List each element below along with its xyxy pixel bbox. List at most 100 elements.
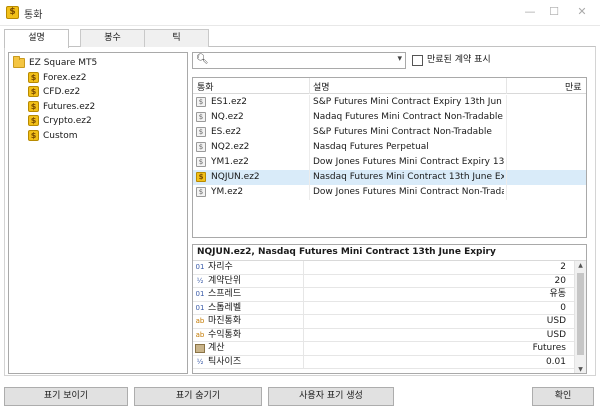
property-name: 수익통화 [208, 329, 242, 340]
property-row[interactable]: 01 자리수 2 [193, 261, 574, 275]
cell-divider [506, 170, 507, 185]
property-name: 자리수 [208, 262, 233, 272]
cell-description: Nasdaq Futures Mini Contract 13th June E… [313, 172, 504, 182]
cell-divider [506, 125, 507, 140]
cell-expiry [511, 125, 583, 140]
symbol-icon: $ [196, 142, 206, 152]
property-divider [303, 315, 304, 328]
symbol-search-input[interactable]: 🔍︎ ▾ [192, 52, 406, 69]
property-divider [303, 261, 304, 274]
property-row[interactable]: ab 수익통화 USD [193, 328, 574, 342]
calculation-icon [195, 344, 205, 353]
symbol-active-icon: $ [196, 172, 206, 182]
cell-symbol: ES1.ez2 [211, 97, 247, 107]
window-title: 통화 [24, 10, 43, 21]
tree-item-futures[interactable]: $ Futures.ez2 [9, 100, 187, 115]
properties-scrollbar[interactable]: ▲ ▼ [574, 261, 586, 373]
tab-description[interactable]: 설명 [4, 29, 69, 48]
property-divider [303, 355, 304, 369]
tab-ticks[interactable]: 틱 [144, 29, 209, 47]
cell-divider [506, 185, 507, 200]
cell-divider [309, 110, 310, 125]
property-row[interactable]: 계산 Futures [193, 342, 574, 356]
symbol-group-icon: $ [28, 86, 39, 97]
text-icon: ab [195, 330, 205, 339]
show-expired-checkbox[interactable] [412, 55, 423, 66]
property-divider [303, 342, 304, 355]
cell-expiry [511, 170, 583, 185]
symbol-tree[interactable]: EZ Square MT5 $ Forex.ez2 $ CFD.ez2 $ Fu… [8, 52, 188, 374]
cell-expiry [511, 110, 583, 125]
hide-symbol-button[interactable]: 표기 숨기기 [134, 387, 262, 406]
tab-bars[interactable]: 봉수 [80, 29, 145, 47]
property-value: USD [546, 329, 566, 340]
table-row[interactable]: $ NQJUN.ez2 Nasdaq Futures Mini Contract 1… [193, 170, 586, 185]
symbol-icon: $ [196, 187, 206, 197]
column-divider [309, 78, 310, 94]
cell-divider [309, 170, 310, 185]
symbol-group-icon: $ [28, 129, 39, 141]
property-divider [303, 328, 304, 342]
cell-divider [309, 95, 310, 110]
integer-icon: 01 [195, 290, 205, 298]
column-header-expiry[interactable]: 만료 [565, 80, 582, 93]
cell-divider [309, 125, 310, 140]
cell-expiry [511, 185, 583, 200]
properties-title: NQJUN.ez2, Nasdaq Futures Mini Contract … [193, 245, 586, 261]
property-value: Futures [532, 343, 566, 353]
cell-divider [506, 95, 507, 110]
cell-expiry [511, 140, 583, 155]
table-row[interactable]: $ ES1.ez2 S&P Futures Mini Contract Expiry… [193, 95, 586, 110]
property-name: 계약단위 [208, 275, 242, 286]
title-bar: $ 통화 — ☐ ✕ [0, 0, 600, 26]
property-row[interactable]: ½ 틱사이즈 0.01 [193, 355, 574, 369]
column-header-description[interactable]: 설명 [313, 80, 330, 93]
ok-button[interactable]: 확인 [532, 387, 594, 406]
cell-expiry [511, 95, 583, 110]
property-row[interactable]: ½ 계약단위 20 [193, 274, 574, 288]
integer-icon: 01 [195, 263, 205, 271]
symbol-icon: $ [196, 157, 206, 167]
chevron-down-icon[interactable]: ▾ [397, 54, 402, 64]
table-row[interactable]: $ ES.ez2 S&P Futures Mini Contract Non-Tra… [193, 125, 586, 140]
property-divider [303, 288, 304, 301]
property-row[interactable]: 01 스프레드 유동 [193, 288, 574, 302]
cell-symbol: NQ.ez2 [211, 112, 244, 122]
cell-divider [506, 140, 507, 155]
scroll-up-icon[interactable]: ▲ [575, 261, 586, 271]
tree-item-forex[interactable]: $ Forex.ez2 [9, 71, 187, 86]
tree-item-crypto[interactable]: $ Crypto.ez2 [9, 114, 187, 129]
property-value: 2 [560, 262, 566, 272]
cell-description: Nadaq Futures Mini Contract Non-Tradable [313, 112, 503, 122]
table-row[interactable]: $ YM.ez2 Dow Jones Futures Mini Contract N… [193, 185, 586, 200]
property-value: 유동 [549, 289, 566, 299]
property-name: 스프레드 [208, 289, 242, 299]
show-symbol-button[interactable]: 표기 보이기 [4, 387, 128, 406]
cell-divider [506, 110, 507, 125]
cell-symbol: YM.ez2 [211, 187, 244, 197]
property-row[interactable]: 01 스톱레벨 0 [193, 301, 574, 315]
tree-item-label: Custom [43, 130, 78, 141]
column-divider [506, 78, 507, 94]
maximize-button[interactable]: ☐ [540, 3, 568, 21]
close-button[interactable]: ✕ [568, 3, 596, 21]
column-header-symbol[interactable]: 통화 [197, 80, 214, 93]
scroll-thumb[interactable] [577, 273, 584, 355]
create-custom-symbol-button[interactable]: 사용자 표기 생성 [268, 387, 394, 406]
tree-item-custom[interactable]: $ Custom [9, 129, 187, 144]
cell-symbol: YM1.ez2 [211, 157, 249, 167]
table-row[interactable]: $ YM1.ez2 Dow Jones Futures Mini Contract … [193, 155, 586, 170]
scroll-down-icon[interactable]: ▼ [575, 365, 586, 373]
symbol-group-icon: $ [28, 100, 39, 112]
property-row[interactable]: ab 마진통화 USD [193, 315, 574, 329]
search-icon: 🔍︎ [196, 54, 209, 65]
fraction-icon: ½ [196, 357, 204, 366]
cell-divider [309, 185, 310, 200]
table-row[interactable]: $ NQ.ez2 Nadaq Futures Mini Contract Non-T… [193, 110, 586, 125]
symbols-table[interactable]: 통화 설명 만료 $ ES1.ez2 S&P Futures Mini Contra… [192, 77, 587, 238]
tree-item-cfd[interactable]: $ CFD.ez2 [9, 85, 187, 100]
cell-divider [309, 155, 310, 170]
tree-item-label: Crypto.ez2 [43, 116, 92, 126]
table-row[interactable]: $ NQ2.ez2 Nasdaq Futures Perpetual [193, 140, 586, 155]
tree-item-root[interactable]: EZ Square MT5 [9, 56, 187, 71]
